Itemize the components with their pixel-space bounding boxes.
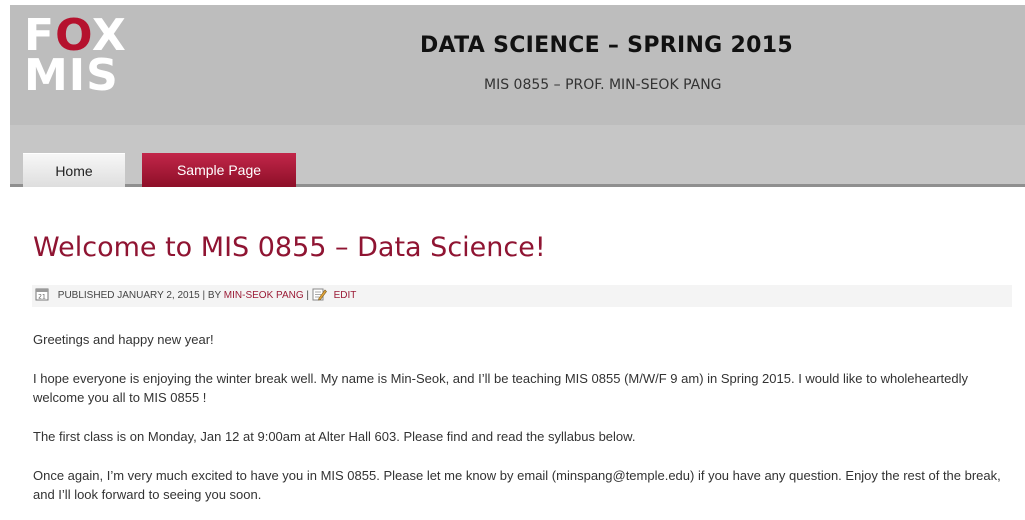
nav-sample-page[interactable]: Sample Page (142, 153, 296, 187)
author-link[interactable]: MIN-SEOK PANG (224, 290, 304, 301)
post-meta: 21 PUBLISHED JANUARY 2, 2015 | BY MIN-SE… (32, 285, 1012, 307)
nav-home[interactable]: Home (23, 153, 125, 187)
svg-text:21: 21 (38, 294, 46, 301)
meta-separator: | (306, 290, 310, 301)
post-title[interactable]: Welcome to MIS 0855 – Data Science! (33, 232, 546, 263)
site-header: FOX MIS DATA SCIENCE – SPRING 2015 MIS 0… (10, 5, 1025, 125)
post-paragraph-4: Once again, I’m very much excited to hav… (33, 468, 1001, 502)
calendar-icon: 21 (35, 287, 49, 301)
post-paragraph-3: The first class is on Monday, Jan 12 at … (33, 429, 636, 444)
site-subtitle: MIS 0855 – PROF. MIN-SEOK PANG (484, 77, 722, 93)
logo-line-2: MIS (24, 50, 119, 101)
fox-mis-logo[interactable]: FOX MIS (24, 14, 126, 107)
edit-link[interactable]: EDIT (334, 290, 357, 301)
edit-icon[interactable] (312, 287, 327, 301)
published-date: PUBLISHED JANUARY 2, 2015 | BY (57, 290, 222, 301)
main-navigation: Home Sample Page (10, 125, 1025, 187)
post-paragraph-1: Greetings and happy new year! (33, 332, 214, 347)
post-paragraph-2: I hope everyone is enjoying the winter b… (33, 371, 969, 405)
site-title[interactable]: DATA SCIENCE – SPRING 2015 (420, 33, 793, 58)
